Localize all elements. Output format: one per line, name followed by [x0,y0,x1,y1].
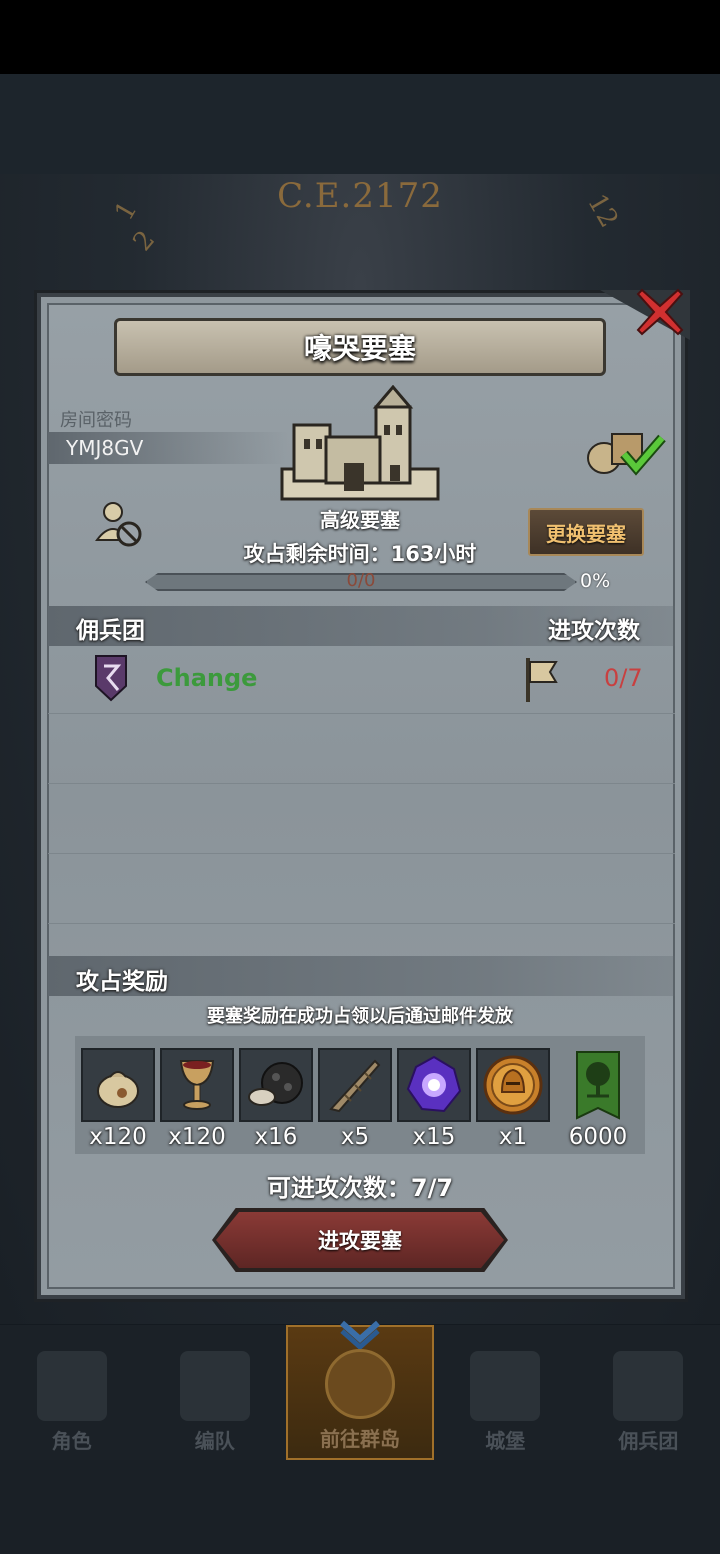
mercenary-attack-count: 0/7 [604,664,643,692]
background-top [0,74,720,174]
reward-item[interactable]: x15 [397,1048,471,1150]
reward-item[interactable]: x16 [239,1048,313,1150]
mercenary-section-label: 佣兵团 [76,618,145,644]
dialog-title: 嚎哭要塞 [303,332,416,365]
islands-map-icon [325,1349,395,1419]
attack-fortress-label: 进攻要塞 [318,1229,402,1253]
rewards-section-label: 攻占奖励 [76,969,168,995]
golden-helmet-coin-icon [483,1055,543,1115]
nav-label: 角色 [51,1429,92,1453]
tree-banner-icon [576,1051,620,1120]
nav-label: 前往群岛 [320,1427,400,1451]
reward-item[interactable]: 6000 [561,1048,635,1150]
available-attacks: 可进攻次数：7/7 [266,1174,454,1202]
room-code-value[interactable]: YMJ8GV [66,436,143,460]
reward-tile [561,1048,635,1122]
reward-item[interactable]: x5 [318,1048,392,1150]
nav-item-formation[interactable]: 编队 [143,1325,286,1460]
close-button[interactable] [632,284,688,340]
rewards-note: 要塞奖励在成功占领以后通过邮件发放 [207,1006,513,1027]
close-icon [636,288,684,336]
mercenary-crest-icon [95,655,127,702]
room-code-label: 房间密码 [60,410,132,431]
reward-quantity: x1 [498,1124,528,1150]
goblet-icon [179,1060,215,1110]
reward-quantity: x15 [412,1124,456,1150]
remaining-time: 攻占剩余时间：163小时 [243,542,477,566]
fortress-castle-icon [280,385,440,501]
nav-label: 城堡 [485,1429,526,1453]
empty-mercenary-row [48,784,675,854]
nav-item-castle[interactable]: 城堡 [434,1325,577,1460]
reward-quantity: x5 [340,1124,370,1150]
reward-item[interactable]: x120 [160,1048,234,1150]
formation-icon [179,1351,250,1421]
reward-tile [397,1048,471,1122]
flag-icon [526,658,558,702]
reward-quantity: 6000 [568,1124,628,1150]
reward-tile [239,1048,313,1122]
nav-item-islands[interactable]: 前往群岛 [286,1320,434,1460]
mercenary-icon [613,1351,684,1421]
capture-progress-text: 0/0 [346,570,376,591]
reward-tile [81,1048,155,1122]
reward-quantity: x120 [168,1124,226,1150]
sack-icon [97,1071,139,1108]
empty-mercenary-row [48,854,675,924]
knight-icon [36,1351,107,1421]
attack-times-label: 进攻次数 [548,618,640,644]
nav-item-mercenary[interactable]: 佣兵团 [577,1325,720,1460]
reward-tile [160,1048,234,1122]
attack-fortress-button[interactable]: 进攻要塞 [216,1212,504,1268]
reward-quantity: x120 [89,1124,147,1150]
nav-label: 佣兵团 [618,1429,679,1453]
reward-quantity: x16 [254,1124,298,1150]
dialog-title-banner: 嚎哭要塞 [114,318,606,376]
chevron-down-icon [340,1320,380,1349]
castle-icon [470,1351,541,1421]
mercenary-row[interactable]: Change 0/7 [48,648,675,714]
purple-crystal-icon [406,1055,462,1113]
nav-item-character[interactable]: 角色 [0,1325,143,1460]
horn-icon [329,1059,381,1113]
nav-label: 编队 [194,1429,235,1453]
status-bar [0,0,720,74]
reward-item[interactable]: x120 [81,1048,155,1150]
capture-progress-percent: 0% [580,570,611,592]
reward-tile [318,1048,392,1122]
bottom-strip [0,1460,720,1554]
ore-icon [248,1062,303,1106]
supply-bag-check-icon[interactable] [584,424,666,476]
empty-mercenary-row [48,714,675,784]
bottom-navigation: 角色 编队 前往群岛 城堡 佣兵团 [0,1320,720,1460]
reward-item[interactable]: x1 [476,1048,550,1150]
mercenary-name: Change [156,664,258,692]
reward-tile [476,1048,550,1122]
